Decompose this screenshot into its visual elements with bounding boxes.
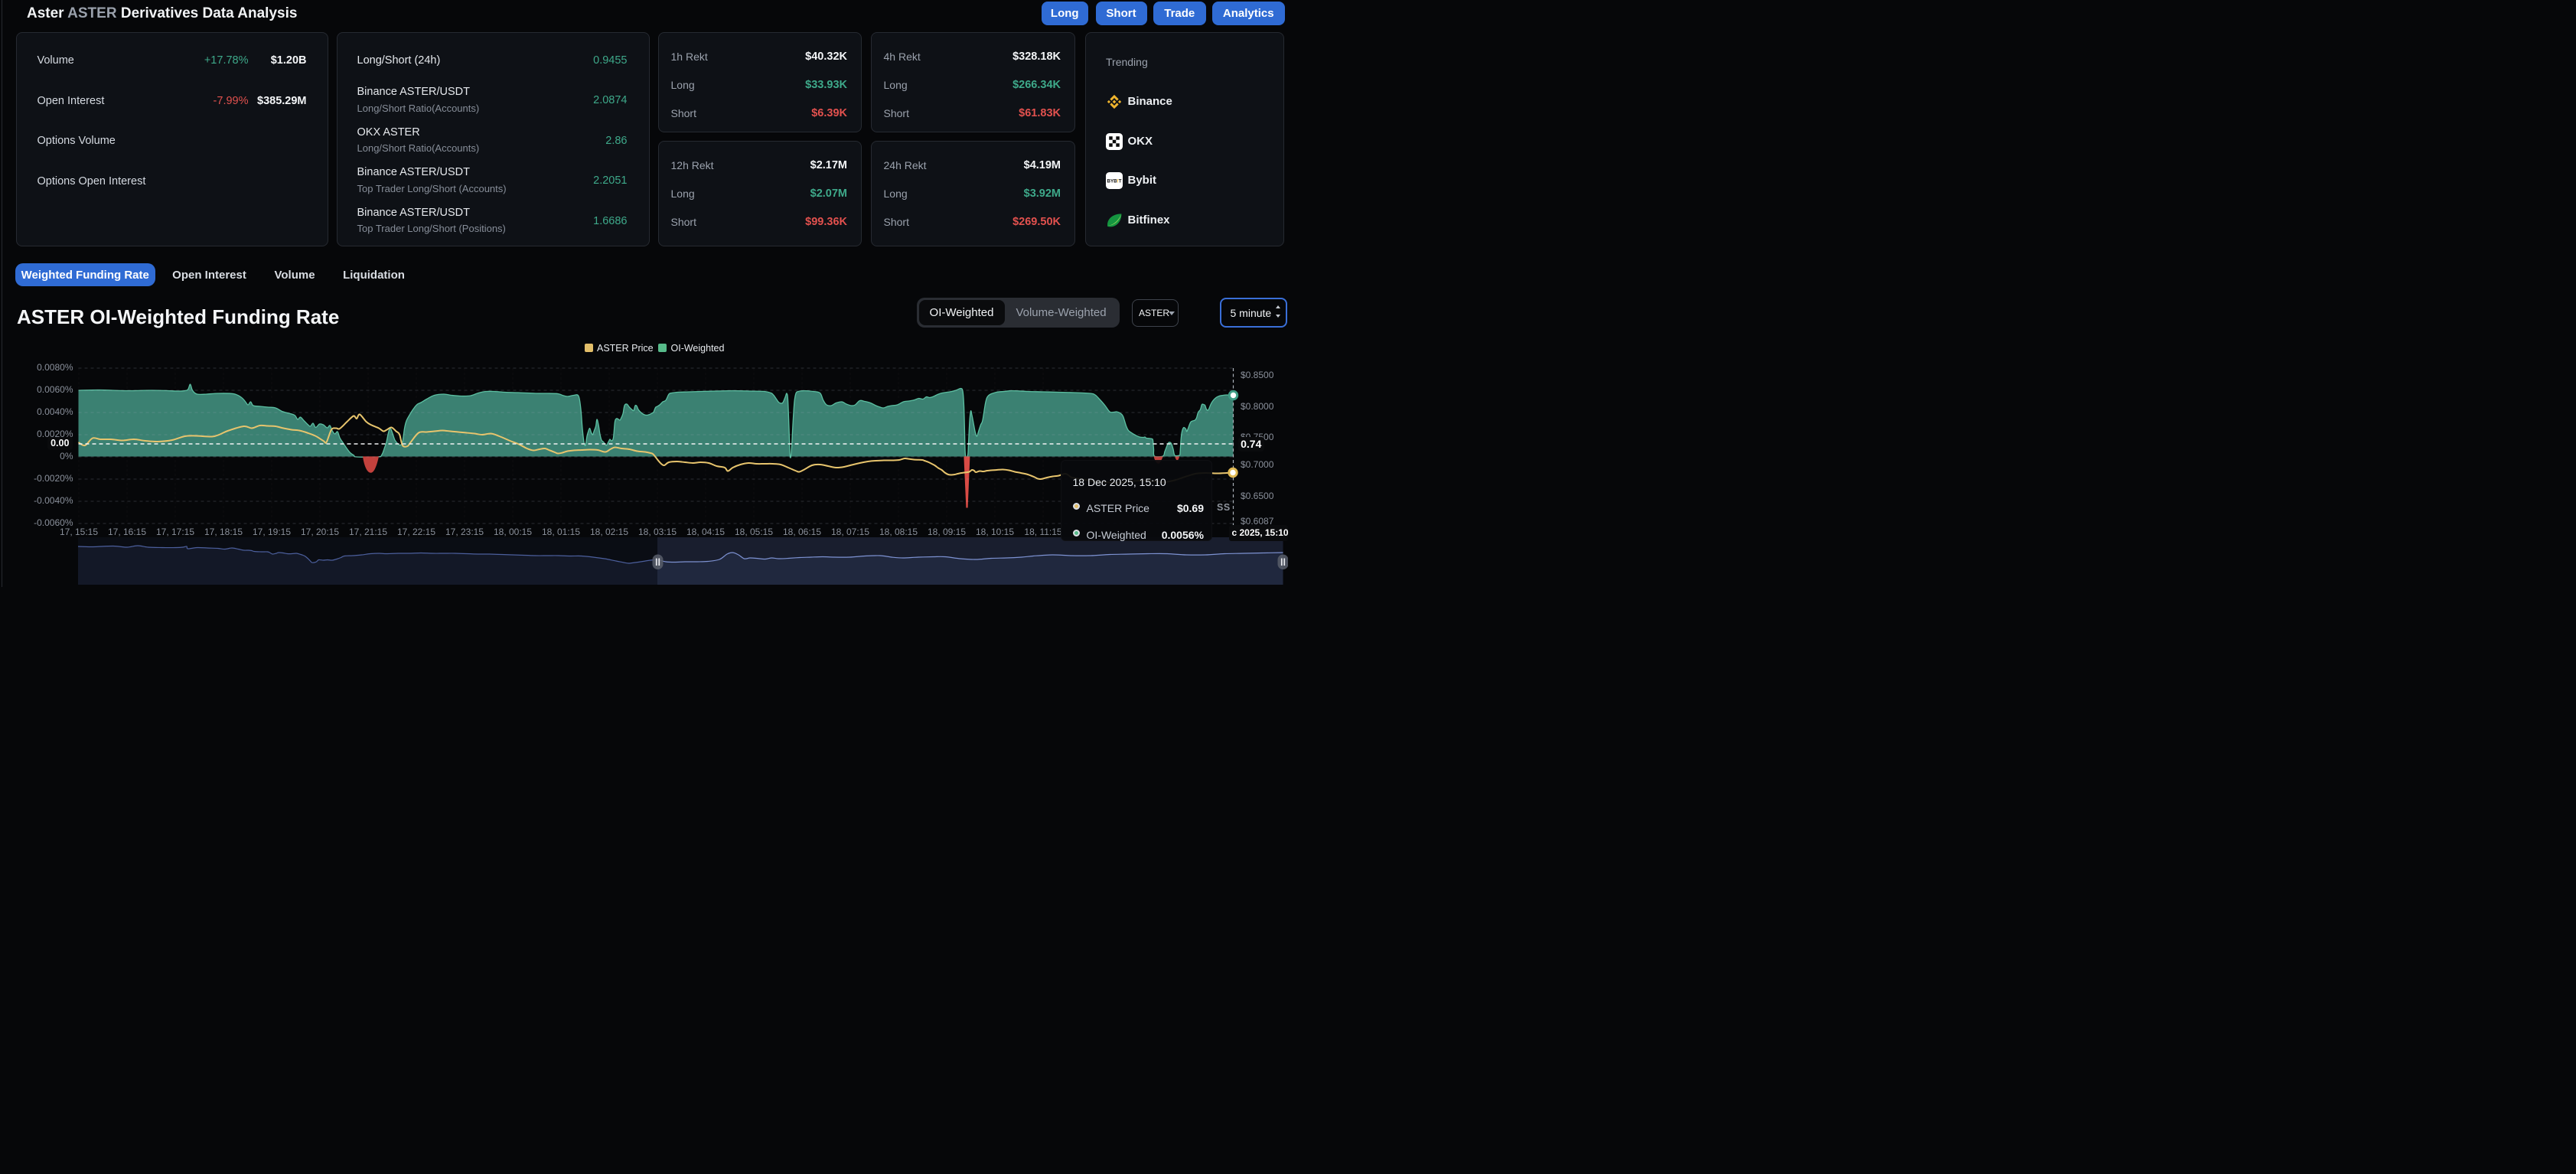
svg-text:BYB!T: BYB!T [1107, 179, 1121, 184]
